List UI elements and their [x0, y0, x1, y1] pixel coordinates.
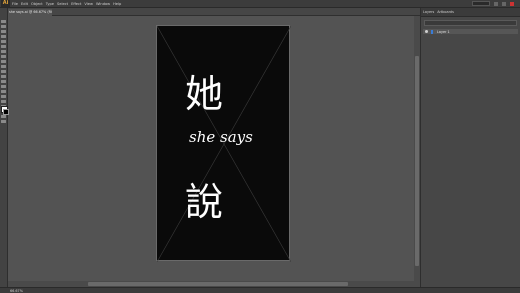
line-tool-icon[interactable]	[1, 45, 6, 48]
status-bar: 66.67%	[0, 287, 520, 293]
menu-item-object[interactable]: Object	[31, 2, 43, 6]
menu-item-window[interactable]: Window	[96, 2, 110, 6]
menu-item-effect[interactable]: Effect	[71, 2, 81, 6]
maximize-button[interactable]	[502, 1, 506, 6]
scale-tool-icon[interactable]	[1, 75, 6, 78]
tab-artboards[interactable]: Artboards	[437, 10, 454, 14]
vertical-scroll-thumb[interactable]	[415, 56, 419, 266]
direct-selection-tool-icon[interactable]	[1, 25, 6, 28]
hand-tool-icon[interactable]	[1, 115, 6, 118]
tab-layers[interactable]: Layers	[423, 10, 434, 14]
menu-item-select[interactable]: Select	[57, 2, 68, 6]
artboard-text-top[interactable]: 她	[185, 74, 235, 114]
eraser-tool-icon[interactable]	[1, 65, 6, 68]
gradient-tool-icon[interactable]	[1, 95, 6, 98]
rotate-tool-icon[interactable]	[1, 70, 6, 73]
artboard-subtitle[interactable]: she says	[189, 128, 269, 146]
shape-builder-tool-icon[interactable]	[1, 90, 6, 93]
width-tool-icon[interactable]	[1, 80, 6, 83]
document-tab[interactable]: she says.ai @ 66.67% (RGB/Preview)	[6, 9, 52, 16]
menu-item-type[interactable]: Type	[46, 2, 54, 6]
menu-item-view[interactable]: View	[84, 2, 93, 6]
window-controls	[472, 1, 514, 6]
rectangle-tool-icon[interactable]	[1, 50, 6, 53]
layers-panel: Layers Artboards Layer 1	[420, 8, 520, 288]
minimize-button[interactable]	[494, 1, 498, 6]
free-transform-tool-icon[interactable]	[1, 85, 6, 88]
pencil-tool-icon[interactable]	[1, 60, 6, 63]
visibility-eye-icon[interactable]	[425, 30, 428, 33]
artboard[interactable]: 她 she says 說	[156, 25, 291, 262]
eyedropper-tool-icon[interactable]	[1, 100, 6, 103]
workspace-switcher[interactable]	[472, 1, 490, 6]
menu-item-file[interactable]: File	[12, 2, 18, 6]
menu-bar: Ai File Edit Object Type Select Effect V…	[0, 0, 520, 8]
close-button[interactable]	[510, 1, 514, 6]
panel-tab-bar: Layers Artboards	[421, 8, 520, 17]
horizontal-scroll-thumb[interactable]	[88, 282, 348, 286]
app-logo: Ai	[1, 0, 10, 7]
selection-tool-icon[interactable]	[1, 20, 6, 23]
magic-wand-tool-icon[interactable]	[1, 30, 6, 33]
artboard-text-bottom[interactable]: 說	[185, 182, 235, 222]
pen-tool-icon[interactable]	[1, 35, 6, 38]
type-tool-icon[interactable]	[1, 40, 6, 43]
paintbrush-tool-icon[interactable]	[1, 55, 6, 58]
menu-item-edit[interactable]: Edit	[21, 2, 28, 6]
zoom-tool-icon[interactable]	[1, 120, 6, 123]
menu-item-help[interactable]: Help	[113, 2, 121, 6]
layer-color-icon	[431, 29, 433, 34]
layer-search-input[interactable]	[424, 20, 517, 26]
tools-panel	[0, 8, 9, 288]
stroke-color-swatch[interactable]	[3, 109, 9, 115]
document-tab-bar: she says.ai @ 66.67% (RGB/Preview)	[0, 8, 420, 16]
layer-row[interactable]: Layer 1	[423, 29, 518, 34]
layer-name: Layer 1	[437, 29, 450, 34]
